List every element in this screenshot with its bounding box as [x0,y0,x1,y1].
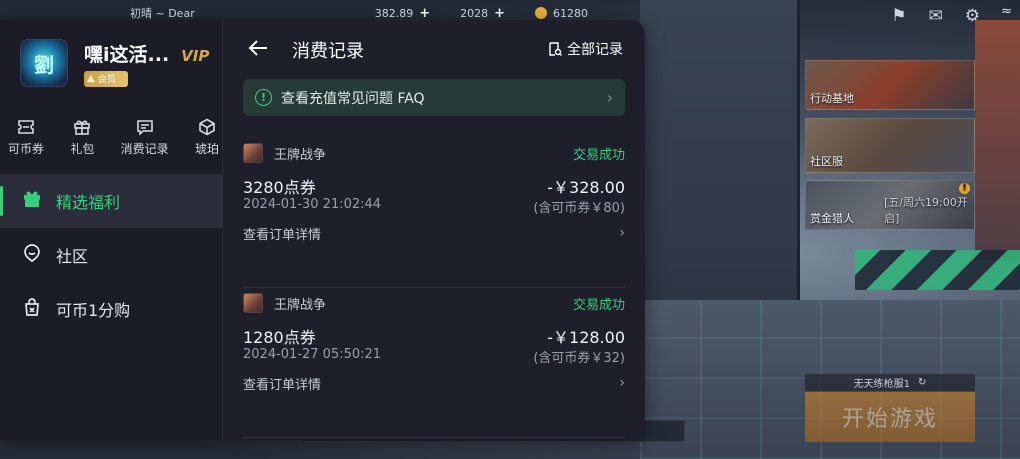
header: 消费记录 全部记录 [223,20,645,76]
menu-card-bounty[interactable]: 赏金猎人 [五/周六19:00开启] ! [805,180,975,230]
player-name: 初晴 ~ Dear [130,7,195,20]
document-search-icon [549,42,562,56]
bg-hazard-stripe [855,250,1020,290]
game-name: 王牌战争 [274,147,327,163]
amount: -￥128.00 [547,328,625,347]
game-thumbnail [243,293,263,313]
chevron-right-icon: › [619,375,625,391]
status-badge: 交易成功 [572,297,625,313]
nav-item-community[interactable]: 社区 [0,228,223,282]
refresh-icon[interactable]: ↻ [918,377,926,388]
ticket-icon [16,118,36,136]
record-item: 王牌战争 交易成功 3280点券 -￥328.00 2024-01-30 21:… [243,138,625,288]
item-name: 3280点券 [243,178,316,197]
receipt-icon [135,118,155,136]
game-name: 王牌战争 [274,297,327,313]
timestamp: 2024-01-27 05:50:21 [243,347,382,362]
arrow-left-icon [248,40,267,56]
order-detail-link[interactable]: 查看订单详情 › [243,373,625,393]
chevron-right-icon: › [619,225,625,241]
shopping-bag-icon [22,297,42,321]
menu-card-base[interactable]: 行动基地 [805,60,975,110]
start-game-button[interactable]: 开始游戏 [805,392,975,442]
gem-icon [197,118,217,136]
shield-icon: ▲ [87,73,95,84]
coupon-note: (含可币券￥80) [533,201,625,216]
chevron-right-icon: › [606,88,613,107]
bg-structure [975,20,1020,260]
status-badge: 交易成功 [572,147,625,163]
vip-tag: VIP [181,46,210,65]
community-icon [22,243,42,267]
bookmark-icon[interactable]: ⚑ [891,6,906,26]
bg-structure [640,0,800,300]
shortcut-gift[interactable]: 礼包 [70,118,94,157]
resource-3: 61280 [535,7,588,20]
alert-icon: ! [959,183,970,194]
shortcut-records[interactable]: 消费记录 [121,118,169,157]
add-icon[interactable]: + [494,6,505,21]
resource-1: 382.89 + [374,5,431,21]
hud-icons: ⚑ ✉ ⚙ [891,6,980,26]
sidebar-nav: 精选福利 社区 可币1分购 [0,174,223,336]
game-thumbnail [243,143,263,163]
back-button[interactable] [247,36,271,60]
add-icon[interactable]: + [419,6,430,21]
timestamp: 2024-01-30 21:02:44 [243,197,382,212]
profile-name: 嘿i这活... [84,43,170,66]
faq-banner[interactable]: ! 查看充值常见问题 FAQ › [243,79,625,116]
platform-panel: 劉 嘿i这活... VIP ▲ 会员 可币券 礼包 消费记录 琥珀 精选福利 社… [0,20,645,440]
mail-icon[interactable]: ✉ [929,6,943,26]
coupon-note: (含可币券￥32) [533,351,625,366]
shortcut-coupon[interactable]: 可币券 [8,118,44,157]
record-item: 王牌战争 交易成功 1280点券 -￥128.00 2024-01-27 05:… [243,288,625,438]
consumption-records-view: 消费记录 全部记录 ! 查看充值常见问题 FAQ › 王牌战争 交易成功 328… [223,20,645,440]
nav-item-penny-buy[interactable]: 可币1分购 [0,282,223,336]
sidebar: 劉 嘿i这活... VIP ▲ 会员 可币券 礼包 消费记录 琥珀 精选福利 社… [0,20,223,440]
amount: -￥328.00 [547,178,625,197]
avatar[interactable]: 劉 [20,39,68,87]
coin-icon [535,7,548,19]
order-detail-link[interactable]: 查看订单详情 › [243,223,625,243]
loadout-selector[interactable]: 无天练枪服1 ↻ [805,374,975,391]
gift-icon [72,118,92,136]
all-records-button[interactable]: 全部记录 [548,39,623,59]
wifi-icon: ≈ [1001,4,1012,19]
nav-item-welfare[interactable]: 精选福利 [0,174,223,228]
menu-card-community[interactable]: 社区服 [805,118,975,173]
profile[interactable]: 劉 嘿i这活... VIP ▲ 会员 [20,39,209,87]
settings-icon[interactable]: ⚙ [965,6,980,26]
page-title: 消费记录 [292,41,364,62]
shortcut-bar: 可币券 礼包 消费记录 琥珀 [0,118,223,157]
shortcut-amber[interactable]: 琥珀 [195,118,219,157]
item-name: 1280点券 [243,328,316,347]
card-schedule: [五/周六19:00开启] [884,196,968,225]
info-icon: ! [255,89,272,106]
member-badge: ▲ 会员 [84,70,128,87]
resource-2: 2028 + [460,5,506,21]
gift-icon [22,189,42,213]
